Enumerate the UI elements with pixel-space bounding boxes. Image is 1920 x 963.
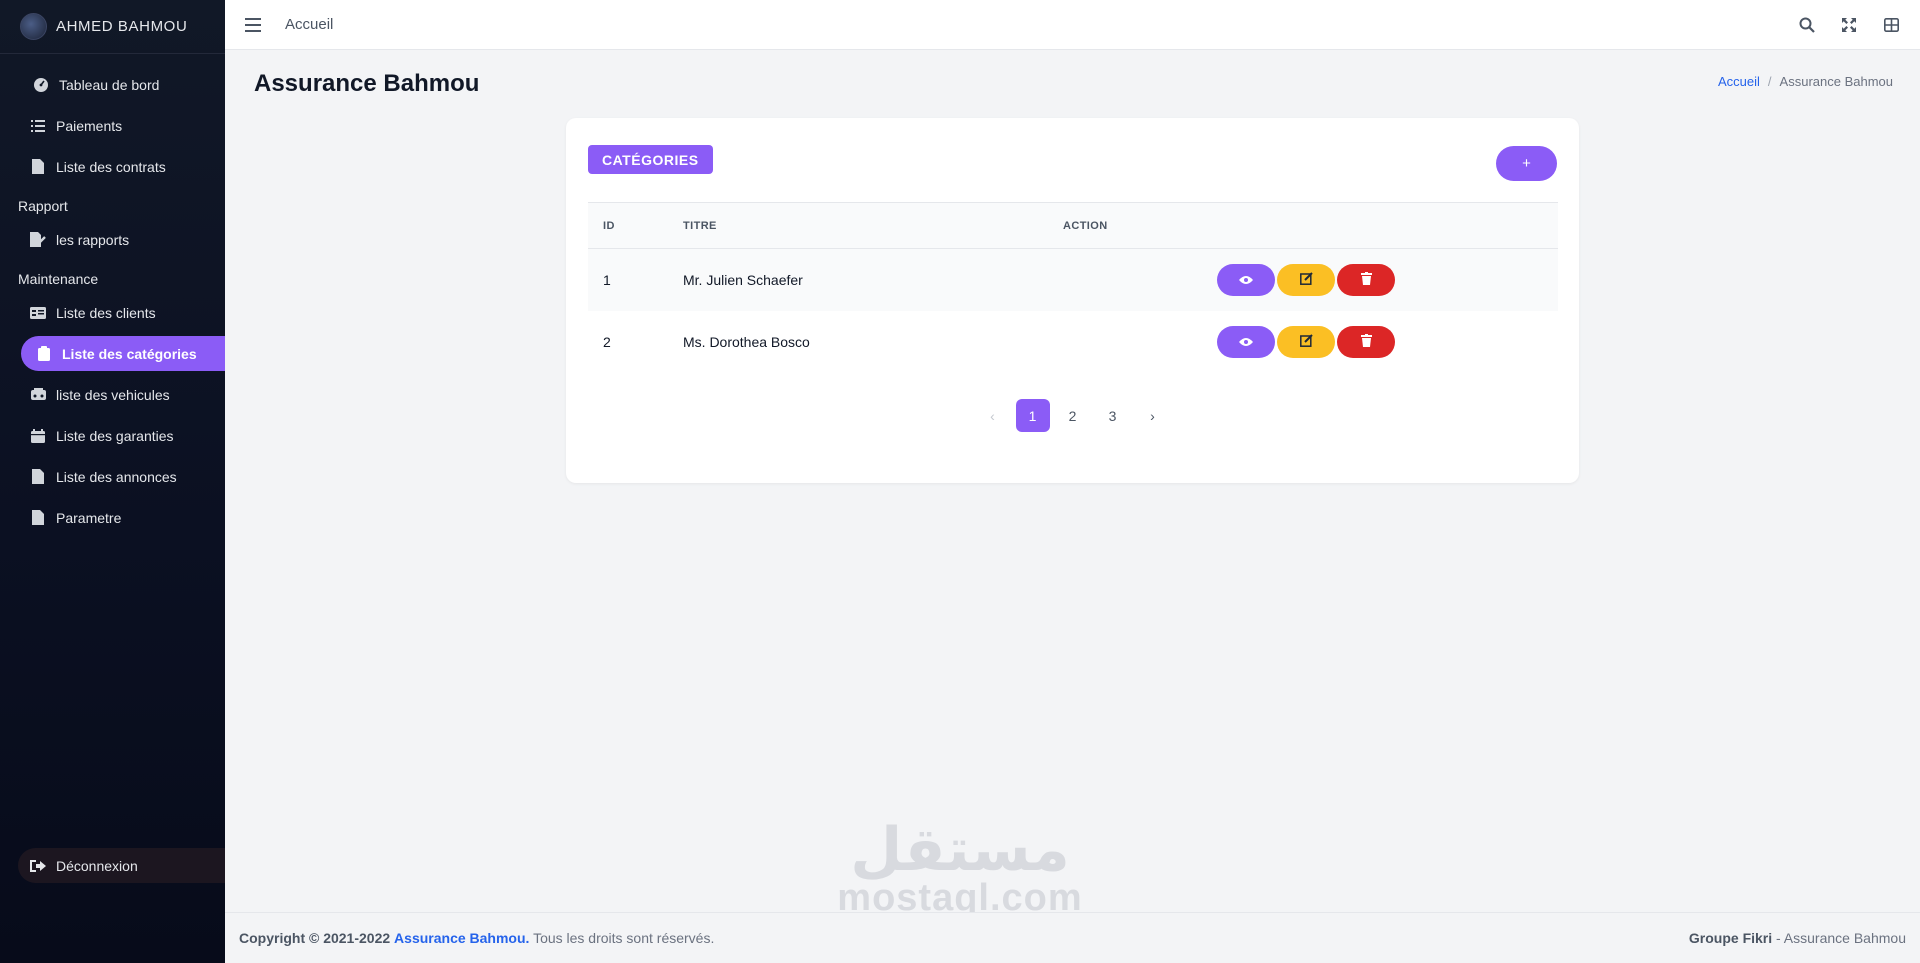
pagination: ‹ 1 2 3 ›	[566, 399, 1579, 432]
file-icon	[30, 469, 46, 485]
fullscreen-icon[interactable]	[1840, 16, 1858, 34]
logout-button[interactable]: Déconnexion	[18, 848, 225, 883]
file-icon	[30, 510, 46, 526]
sidebar-item-dashboard[interactable]: Tableau de bord	[0, 67, 225, 102]
cell-actions	[1063, 264, 1558, 296]
sidebar-item-rapports[interactable]: les rapports	[0, 222, 225, 257]
sidebar-item-paiements[interactable]: Paiements	[0, 108, 225, 143]
footer-copyright: Copyright © 2021-2022 Assurance Bahmou. …	[239, 930, 714, 946]
sidebar-item-label: les rapports	[56, 231, 130, 248]
breadcrumb-separator: /	[1767, 74, 1772, 89]
add-category-button[interactable]: +	[1496, 146, 1557, 181]
column-header-action: ACTION	[1063, 219, 1108, 232]
sidebar-item-label: Liste des contrats	[56, 158, 166, 175]
sidebar-item-contrats[interactable]: Liste des contrats	[0, 149, 225, 184]
edit-icon	[1299, 334, 1313, 350]
pagination-page[interactable]: 3	[1096, 399, 1130, 432]
sidebar-item-label: Liste des annonces	[56, 468, 177, 485]
sidebar-item-vehicules[interactable]: liste des vehicules	[0, 377, 225, 412]
menu-toggle-icon[interactable]	[245, 17, 261, 32]
sidebar-item-label: Paiements	[56, 117, 123, 134]
sidebar-item-garanties[interactable]: Liste des garanties	[0, 418, 225, 453]
dashboard-icon	[33, 77, 49, 93]
topbar: Accueil	[225, 0, 1920, 50]
categories-table: ID TITRE ACTION 1 Mr. Julien Schaefer 2 …	[588, 202, 1558, 373]
sidebar-item-label: Liste des garanties	[56, 427, 174, 444]
calendar-icon	[30, 428, 46, 444]
view-button[interactable]	[1217, 264, 1275, 296]
topbar-home-link[interactable]: Accueil	[285, 16, 333, 33]
trash-icon	[1360, 334, 1372, 350]
pagination-next[interactable]: ›	[1136, 399, 1170, 432]
file-icon	[30, 159, 46, 175]
card-title-badge: CATÉGORIES	[588, 145, 713, 174]
watermark-latin: mostaql.com	[837, 877, 1083, 919]
search-icon[interactable]	[1798, 16, 1816, 34]
table-row: 1 Mr. Julien Schaefer	[588, 249, 1558, 311]
logout-label: Déconnexion	[56, 857, 138, 874]
delete-button[interactable]	[1337, 326, 1395, 358]
sidebar-item-label: Liste des clients	[56, 304, 156, 321]
footer-company-rest: - Assurance Bahmou	[1776, 930, 1906, 946]
list-icon	[30, 118, 46, 134]
sidebar-item-label: Liste des catégories	[62, 345, 197, 362]
sidebar-item-parametre[interactable]: Parametre	[0, 500, 225, 535]
edit-button[interactable]	[1277, 326, 1335, 358]
sidebar-item-label: liste des vehicules	[56, 386, 170, 403]
cell-title: Ms. Dorothea Bosco	[683, 334, 810, 350]
edit-icon	[1299, 272, 1313, 288]
column-header-title[interactable]: TITRE	[683, 220, 1063, 232]
brand-name: AHMED BAHMOU	[56, 18, 188, 35]
delete-button[interactable]	[1337, 264, 1395, 296]
sidebar-nav: Tableau de bord Paiements Liste des cont…	[0, 54, 225, 535]
pagination-page[interactable]: 1	[1015, 399, 1050, 432]
table-header: ID TITRE ACTION	[588, 202, 1558, 249]
topbar-icons	[1798, 16, 1900, 34]
grid-icon[interactable]	[1882, 16, 1900, 34]
pagination-prev[interactable]: ‹	[976, 399, 1010, 432]
sidebar-item-label: Tableau de bord	[59, 76, 160, 93]
watermark-arabic: مستقل	[850, 815, 1070, 885]
cell-id: 1	[603, 272, 611, 288]
footer-rights: Tous les droits sont réservés.	[533, 930, 715, 946]
sidebar: AHMED BAHMOU Tableau de bord Paiements L…	[0, 0, 225, 963]
sidebar-item-categories[interactable]: Liste des catégories	[21, 336, 225, 371]
cell-id: 2	[603, 334, 611, 350]
breadcrumb-current: Assurance Bahmou	[1779, 74, 1893, 89]
section-rapport: Rapport	[18, 198, 68, 214]
footer-company: Groupe Fikri	[1688, 930, 1773, 946]
page-title: Assurance Bahmou	[254, 70, 480, 97]
brand[interactable]: AHMED BAHMOU	[0, 0, 225, 54]
table-row: 2 Ms. Dorothea Bosco	[588, 311, 1558, 373]
breadcrumb-home[interactable]: Accueil	[1718, 74, 1760, 89]
car-icon	[30, 387, 46, 403]
footer-brand-link[interactable]: Assurance Bahmou.	[394, 930, 529, 946]
edit-button[interactable]	[1277, 264, 1335, 296]
trash-icon	[1360, 272, 1372, 288]
sidebar-item-annonces[interactable]: Liste des annonces	[0, 459, 225, 494]
sidebar-item-label: Parametre	[56, 509, 122, 526]
eye-icon	[1239, 272, 1253, 288]
file-signature-icon	[30, 232, 46, 248]
column-header-id[interactable]: ID	[588, 220, 683, 232]
sign-out-icon	[30, 859, 46, 873]
copyright-text: Copyright © 2021-2022	[239, 930, 391, 946]
sidebar-item-clients[interactable]: Liste des clients	[0, 295, 225, 330]
footer-credit: Groupe Fikri - Assurance Bahmou	[1689, 930, 1906, 946]
footer: Copyright © 2021-2022 Assurance Bahmou. …	[225, 912, 1920, 963]
cell-title: Mr. Julien Schaefer	[683, 272, 803, 288]
breadcrumb: Accueil / Assurance Bahmou	[1718, 74, 1893, 89]
categories-card: CATÉGORIES + ID TITRE ACTION 1 Mr. Julie…	[566, 118, 1579, 483]
cell-actions	[1063, 326, 1558, 358]
eye-icon	[1239, 334, 1253, 350]
clipboard-icon	[36, 346, 52, 362]
watermark: مستقل mostaql.com	[830, 815, 1090, 919]
pagination-page[interactable]: 2	[1056, 399, 1090, 432]
view-button[interactable]	[1217, 326, 1275, 358]
id-card-icon	[30, 305, 46, 321]
brand-logo	[20, 13, 47, 40]
section-maintenance: Maintenance	[18, 271, 99, 287]
